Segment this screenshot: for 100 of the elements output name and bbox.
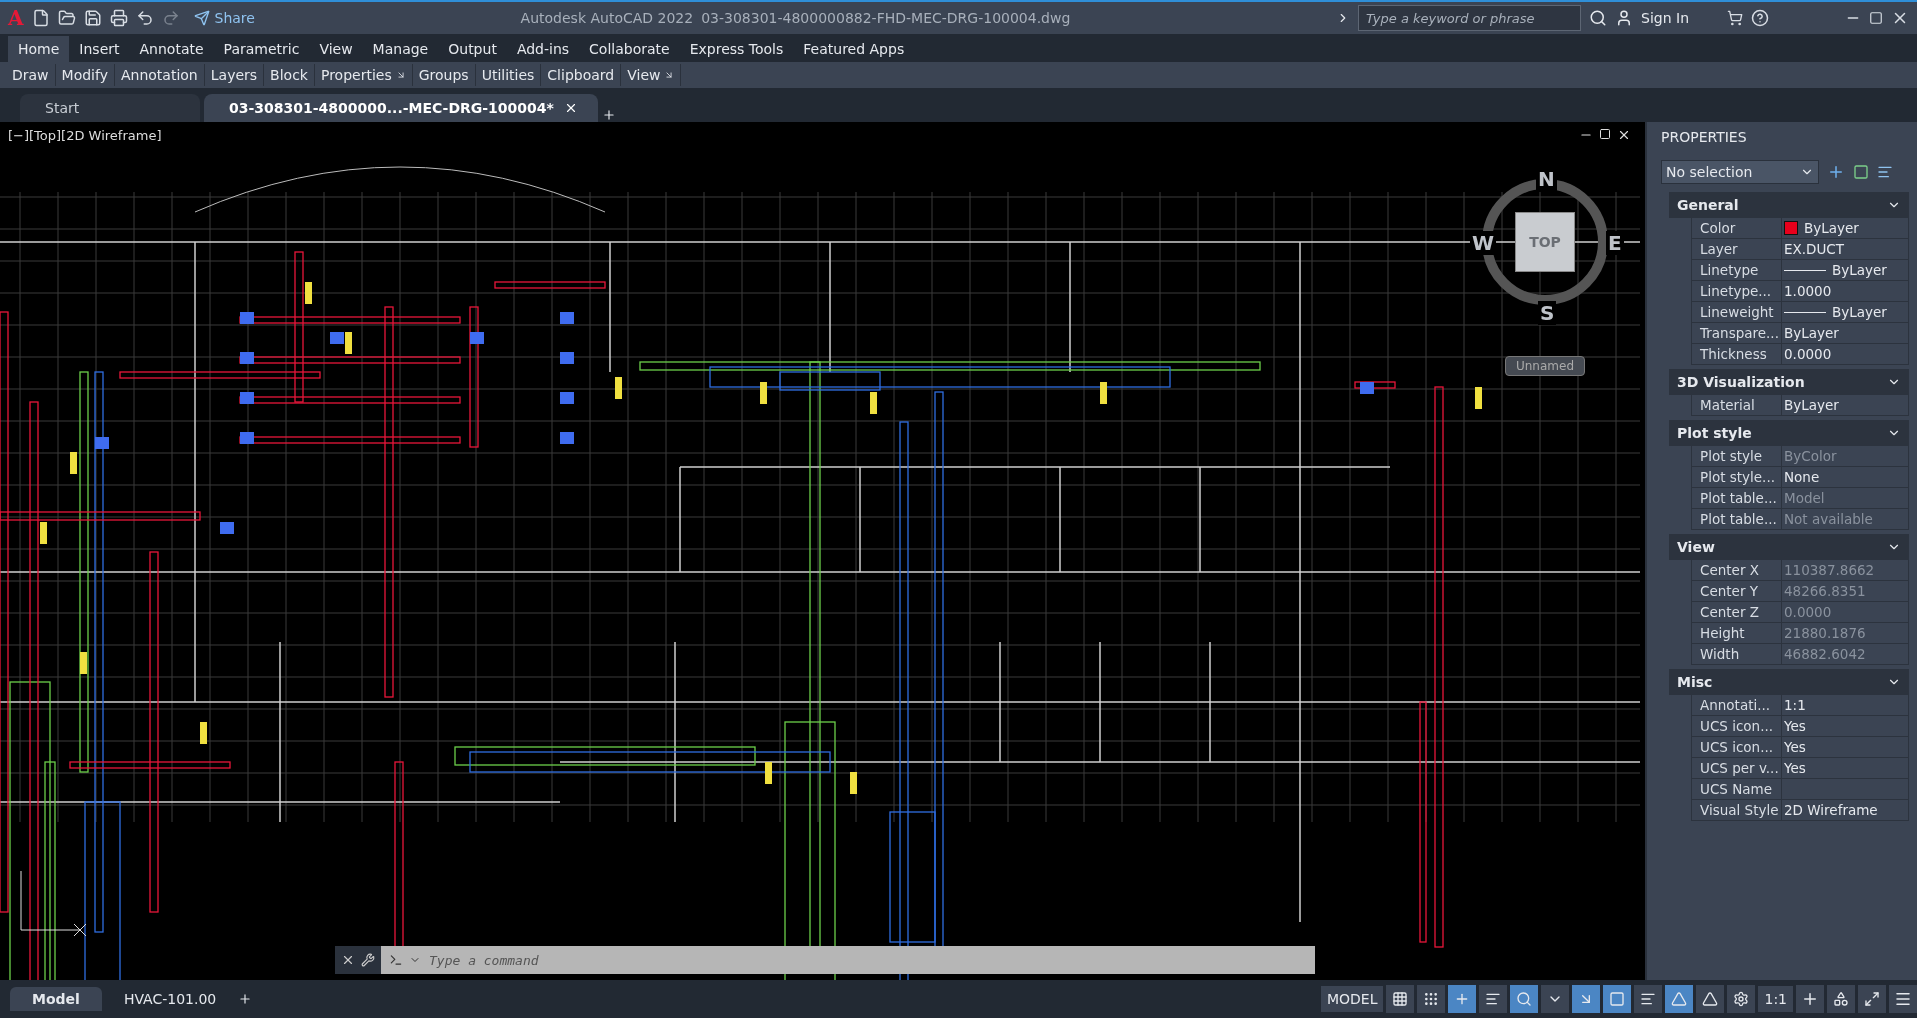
status-toggle[interactable] [1572, 985, 1601, 1013]
wrench-icon[interactable] [361, 953, 375, 967]
search-box[interactable]: Type a keyword or phrase [1358, 5, 1581, 31]
ribbon-panel-button[interactable]: Annotation [114, 64, 205, 86]
status-toggle[interactable] [1696, 985, 1725, 1013]
save-icon[interactable] [83, 9, 102, 27]
new-file-icon[interactable] [31, 9, 50, 27]
launcher-arrow-icon[interactable] [395, 70, 406, 80]
ribbon-tab[interactable]: Featured Apps [793, 36, 915, 62]
close-icon[interactable] [1617, 128, 1631, 142]
property-label: Plot style... [1692, 467, 1782, 487]
viewport-label[interactable]: [−][Top][2D Wireframe] [8, 128, 162, 143]
list-icon[interactable] [1877, 164, 1893, 180]
layout-tab[interactable]: HVAC-101.00 [101, 987, 239, 1011]
sign-in-button[interactable]: Sign In [1641, 10, 1689, 26]
status-toggle[interactable] [1386, 985, 1415, 1013]
panel-title: PROPERTIES [1660, 128, 1748, 147]
layout-tab[interactable]: Model [10, 987, 102, 1011]
section-header[interactable]: General [1669, 192, 1909, 218]
selection-dropdown[interactable]: No selection [1661, 160, 1819, 184]
ribbon-tab[interactable]: Insert [69, 36, 130, 62]
ribbon-panel-button[interactable]: Utilities [475, 64, 542, 86]
restore-icon[interactable] [1599, 128, 1611, 140]
ribbon-tab[interactable]: View [309, 36, 363, 62]
terminal-icon[interactable] [389, 953, 403, 967]
property-value: Not available [1783, 510, 1874, 529]
plus-icon[interactable] [1801, 990, 1819, 1008]
document-tab[interactable]: Start [20, 94, 200, 122]
search-field[interactable]: Type a keyword or phrase [1364, 9, 1575, 27]
property-label: Plot table... [1692, 488, 1782, 508]
status-toggle[interactable] [1634, 985, 1663, 1013]
plus-icon[interactable] [1827, 163, 1845, 181]
ribbon-tab[interactable]: Express Tools [679, 36, 794, 62]
ribbon-tab[interactable]: Output [438, 36, 507, 62]
annotation-scale-button[interactable]: 1:1 [1758, 986, 1793, 1012]
section-header[interactable]: View [1669, 534, 1909, 560]
printer-icon[interactable] [109, 9, 128, 27]
property-label: Plot table... [1692, 509, 1782, 529]
add-layout-icon[interactable] [238, 992, 253, 1006]
status-toggle[interactable] [1417, 985, 1446, 1013]
property-value: Yes [1783, 717, 1807, 736]
status-toggle[interactable] [1665, 985, 1694, 1013]
ribbon-panel-button[interactable]: Layers [204, 64, 265, 86]
fullscreen-icon[interactable] [1864, 991, 1880, 1007]
search-icon[interactable] [1589, 9, 1607, 27]
property-label: UCS per v... [1692, 758, 1782, 778]
property-label: Visual Style [1692, 800, 1782, 820]
maximize-icon[interactable] [1869, 11, 1883, 25]
compass-east[interactable]: E [1606, 231, 1624, 255]
status-tool-icon [1702, 991, 1719, 1007]
ribbon-tab[interactable]: Collaborate [579, 36, 680, 62]
square-icon[interactable] [1853, 164, 1869, 180]
property-value: ByLayer [1782, 302, 1908, 322]
section-header[interactable]: Plot style [1669, 420, 1909, 446]
ribbon-panel-button[interactable]: Draw [6, 64, 56, 86]
status-tool-icon [1392, 991, 1409, 1007]
status-toggle[interactable] [1448, 985, 1477, 1013]
redo-icon[interactable] [161, 9, 180, 27]
ribbon-tab[interactable]: Home [8, 36, 70, 62]
ribbon-tab[interactable]: Manage [362, 36, 439, 62]
help-icon[interactable] [1751, 9, 1769, 27]
status-tool-icon [1640, 991, 1657, 1007]
add-tab-icon[interactable] [601, 108, 616, 122]
ribbon-panel-button[interactable]: Properties [314, 64, 413, 86]
property-value: 1:1 [1783, 696, 1807, 715]
section-header[interactable]: 3D Visualization [1669, 369, 1909, 395]
command-field[interactable]: Type a command [427, 951, 1307, 969]
ribbon-panel-button[interactable]: Modify [55, 64, 115, 86]
ribbon-panel-button[interactable]: Clipboard [541, 64, 622, 86]
status-toggle[interactable] [1541, 985, 1570, 1013]
property-value: ByLayer [1783, 324, 1840, 343]
share-button[interactable]: Share [193, 10, 255, 26]
cart-icon[interactable] [1727, 10, 1743, 26]
compass-west[interactable]: W [1470, 231, 1497, 255]
ucs-menu[interactable]: Unnamed [1505, 356, 1585, 376]
shapes-icon[interactable] [1833, 991, 1849, 1007]
ribbon-tab[interactable]: Annotate [129, 36, 214, 62]
close-icon[interactable] [341, 953, 355, 967]
property-label: Center Z [1692, 602, 1782, 622]
section-title: 3D Visualization [1677, 374, 1805, 390]
menu-icon[interactable] [1894, 990, 1912, 1008]
model-space-button[interactable]: MODEL [1320, 986, 1384, 1012]
property-label: Plot style [1692, 446, 1782, 466]
ribbon-panel-button[interactable]: View [621, 64, 682, 86]
ribbon-panel-button[interactable]: Groups [412, 64, 476, 86]
property-label: Annotati... [1692, 695, 1782, 715]
status-toggle[interactable] [1727, 985, 1756, 1013]
ribbon-tab[interactable]: Parametric [213, 36, 310, 62]
ribbon-tab[interactable]: Add-ins [506, 36, 580, 62]
status-toggle[interactable] [1510, 985, 1539, 1013]
status-toggle[interactable] [1479, 985, 1508, 1013]
open-folder-icon[interactable] [57, 9, 76, 27]
launcher-arrow-icon[interactable] [664, 70, 675, 80]
undo-icon[interactable] [135, 9, 154, 27]
document-tab[interactable]: 03-308301-4800000...-MEC-DRG-100004* [204, 94, 598, 122]
compass-south[interactable]: S [1538, 301, 1557, 325]
ribbon-panel-button[interactable]: Block [264, 64, 315, 86]
property-value: ByColor [1783, 447, 1838, 466]
section-header[interactable]: Misc [1669, 669, 1909, 695]
status-toggle[interactable] [1603, 985, 1632, 1013]
